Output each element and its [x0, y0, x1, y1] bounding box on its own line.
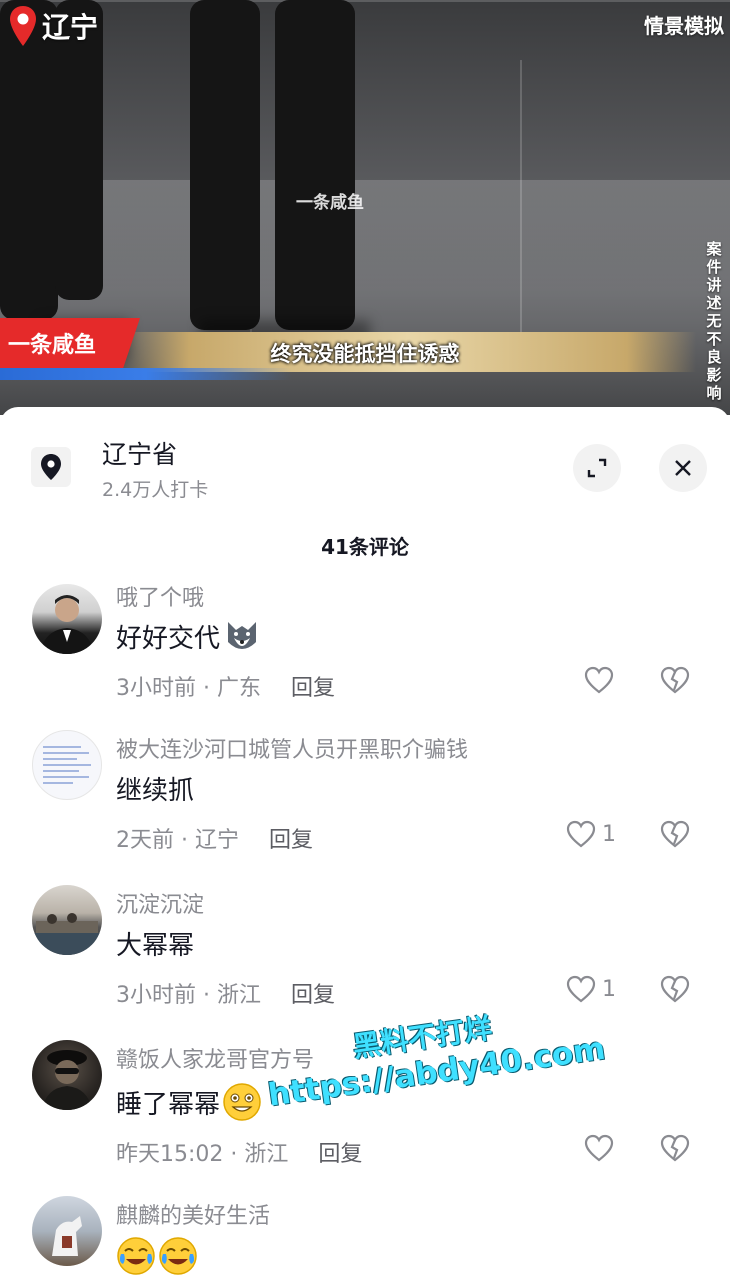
- comment-time: 3小时前: [116, 983, 196, 1008]
- comment-text: 继续抓: [116, 776, 195, 806]
- reply-button[interactable]: 回复: [291, 676, 335, 701]
- map-pin-icon: [10, 6, 36, 46]
- brand-strip: [0, 368, 730, 380]
- comment-user[interactable]: 麒麟的美好生活: [116, 1198, 270, 1230]
- center-watermark: 一条咸鱼: [296, 193, 364, 213]
- comment-user[interactable]: 被大连沙河口城管人员开黑职介骗钱: [116, 732, 468, 764]
- location-tag[interactable]: 辽宁: [8, 4, 98, 48]
- scene-label: 情景模拟: [644, 14, 724, 38]
- avatar[interactable]: [32, 1040, 102, 1110]
- dislike-button[interactable]: [660, 666, 690, 698]
- comment-region: 浙江: [216, 983, 261, 1008]
- comment-meta: 3小时前 · 广东 回复: [116, 676, 336, 701]
- avatar[interactable]: [32, 730, 102, 800]
- comment-region: 广东: [216, 676, 261, 701]
- like-count: 1: [602, 976, 616, 1002]
- heart-icon: [584, 1134, 614, 1162]
- crying-laughing-emoji-icon: [117, 1237, 155, 1275]
- dislike-button[interactable]: [660, 975, 690, 1007]
- reply-button[interactable]: 回复: [291, 983, 335, 1008]
- person-leg: [275, 0, 355, 330]
- comment-user[interactable]: 哦了个哦: [116, 580, 204, 612]
- broken-heart-icon: [660, 820, 690, 848]
- place-checkins: 2.4万人打卡: [102, 479, 209, 501]
- location-tag-text: 辽宁: [42, 11, 99, 44]
- comment-item: 被大连沙河口城管人员开黑职介骗钱 继续抓 2天前 · 辽宁 回复 1: [0, 730, 730, 860]
- like-button[interactable]: [584, 1134, 620, 1162]
- comment-region: 辽宁: [194, 828, 239, 853]
- heart-icon: [566, 820, 596, 848]
- heart-icon: [566, 975, 596, 1003]
- reply-button[interactable]: 回复: [318, 1142, 362, 1167]
- broken-heart-icon: [660, 975, 690, 1003]
- brand-tag: 一条咸鱼: [0, 318, 140, 368]
- reply-button[interactable]: 回复: [269, 828, 313, 853]
- comment-meta: 2天前 · 辽宁 回复: [116, 828, 314, 853]
- grin-emoji-icon: [223, 1083, 261, 1121]
- comment-meta: 3小时前 · 浙江 回复: [116, 983, 336, 1008]
- comment-user[interactable]: 沉淀沉淀: [116, 887, 204, 919]
- place-name[interactable]: 辽宁省: [102, 435, 177, 471]
- comment-text-content: 好好交代: [116, 623, 221, 654]
- comment-item: 哦了个哦 好好交代 3小时前 · 广东 回复: [0, 580, 730, 710]
- comment-text: 好好交代: [116, 616, 262, 656]
- person-leg: [0, 0, 58, 320]
- comment-text: 睡了幂幂: [116, 1082, 262, 1122]
- like-button[interactable]: 1: [566, 975, 616, 1003]
- comment-item: 麒麟的美好生活: [0, 1196, 730, 1280]
- comment-item: 沉淀沉淀 大幂幂 3小时前 · 浙江 回复 1: [0, 885, 730, 1015]
- close-button[interactable]: [659, 444, 707, 492]
- wall-line: [0, 0, 730, 2]
- video-player[interactable]: 辽宁 情景模拟 一条咸鱼 案件讲述 无不良影响 终究没能抵挡住诱惑 一条咸鱼: [0, 0, 730, 415]
- like-count: 1: [602, 821, 616, 847]
- comment-time: 2天前: [116, 828, 174, 853]
- dislike-button[interactable]: [660, 820, 690, 852]
- expand-icon: [587, 458, 607, 478]
- like-button[interactable]: 1: [566, 820, 616, 848]
- comment-text: 大幂幂: [116, 931, 195, 961]
- comment-time: 昨天15:02: [116, 1142, 224, 1167]
- location-pin-icon: [41, 454, 61, 480]
- close-icon: [675, 460, 691, 476]
- comment-time: 3小时前: [116, 676, 196, 701]
- crying-laughing-emoji-icon: [159, 1237, 197, 1275]
- comment-user[interactable]: 赣饭人家龙哥官方号: [116, 1042, 314, 1074]
- comment-text-content: 睡了幂幂: [116, 1089, 221, 1120]
- husky-emoji-icon: [228, 622, 257, 649]
- wall-line: [520, 60, 522, 340]
- broken-heart-icon: [660, 666, 690, 694]
- comment-meta: 昨天15:02 · 浙江 回复: [116, 1142, 363, 1167]
- comment-count: 41条评论: [321, 535, 409, 559]
- expand-button[interactable]: [573, 444, 621, 492]
- dislike-button[interactable]: [660, 1134, 690, 1166]
- comment-text: [116, 1236, 198, 1276]
- avatar[interactable]: [32, 1196, 102, 1266]
- place-icon: [31, 447, 71, 487]
- avatar[interactable]: [32, 584, 102, 654]
- person-leg: [190, 0, 260, 330]
- like-button[interactable]: [584, 666, 620, 694]
- avatar[interactable]: [32, 885, 102, 955]
- comment-region: 浙江: [244, 1142, 289, 1167]
- heart-icon: [584, 666, 614, 694]
- broken-heart-icon: [660, 1134, 690, 1162]
